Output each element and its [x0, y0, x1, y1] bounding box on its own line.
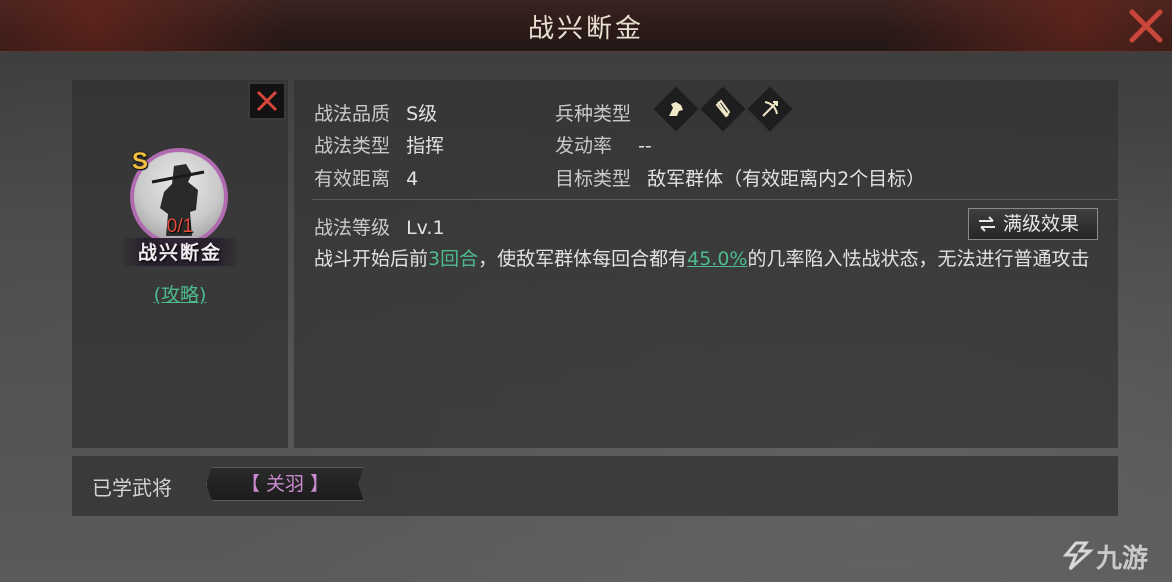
- troop-row: 兵种类型: [555, 99, 631, 126]
- target-row: 目标类型 敌军群体（有效距离内2个目标）: [555, 164, 925, 191]
- guide-link[interactable]: (攻略): [72, 280, 288, 307]
- skill-close-button[interactable]: [248, 82, 286, 120]
- quality-label: 战法品质: [314, 103, 391, 125]
- desc-text-1: 战斗开始后前: [314, 248, 429, 270]
- type-label: 战法类型: [314, 135, 391, 157]
- troop-label: 兵种类型: [555, 103, 632, 125]
- ninegame-logo-icon: [1062, 541, 1094, 571]
- bow-icon: [762, 101, 778, 117]
- swap-icon: [979, 216, 995, 232]
- trigger-value: --: [638, 135, 652, 157]
- desc-rounds: 3回合: [428, 248, 479, 270]
- skill-description: 战斗开始后前3回合，使敌军群体每回合都有45.0%的几率陷入怯战状态，无法进行普…: [314, 246, 1104, 272]
- type-row: 战法类型 指挥: [314, 131, 444, 158]
- close-icon: [256, 90, 278, 112]
- level-value: Lv.1: [406, 217, 445, 239]
- learned-label: 已学武将: [92, 476, 172, 500]
- general-tag-guanyu[interactable]: 【 关羽 】: [206, 467, 364, 501]
- watermark-logo: 九游: [1062, 538, 1148, 575]
- shield-icon: [715, 99, 731, 118]
- window-title: 战兴断金: [527, 14, 644, 44]
- watermark-text: 九游: [1095, 544, 1148, 574]
- skill-emblem: S 0/1: [128, 146, 232, 250]
- desc-chance: 45.0%: [687, 248, 748, 270]
- section-divider: [312, 199, 1118, 200]
- trigger-row: 发动率 --: [555, 131, 652, 158]
- desc-text-3: 的几率陷入怯战状态，无法进行普通攻击: [747, 248, 1090, 270]
- quality-row: 战法品质 S级: [314, 99, 437, 126]
- title-bar: 战兴断金: [0, 0, 1172, 52]
- max-level-label: 满级效果: [1003, 213, 1080, 235]
- target-label: 目标类型: [555, 168, 632, 190]
- level-row: 战法等级 Lv.1: [314, 213, 445, 240]
- max-level-effect-button[interactable]: 满级效果: [968, 208, 1098, 240]
- close-icon: [1129, 9, 1163, 43]
- target-value: 敌军群体（有效距离内2个目标）: [647, 168, 926, 190]
- grade-badge: S: [132, 148, 149, 175]
- desc-text-2: ，使敌军群体每回合都有: [478, 248, 688, 270]
- trigger-label: 发动率: [555, 135, 613, 157]
- type-value: 指挥: [406, 135, 445, 157]
- range-row: 有效距离 4: [314, 164, 418, 191]
- level-label: 战法等级: [314, 217, 391, 239]
- range-value: 4: [406, 168, 419, 190]
- cavalry-icon: [669, 102, 683, 116]
- quality-value: S级: [406, 103, 438, 125]
- learn-count: 0/1: [166, 216, 194, 237]
- range-label: 有效距离: [314, 168, 391, 190]
- window-close-button[interactable]: [1128, 8, 1164, 44]
- skill-name: 战兴断金: [137, 242, 222, 264]
